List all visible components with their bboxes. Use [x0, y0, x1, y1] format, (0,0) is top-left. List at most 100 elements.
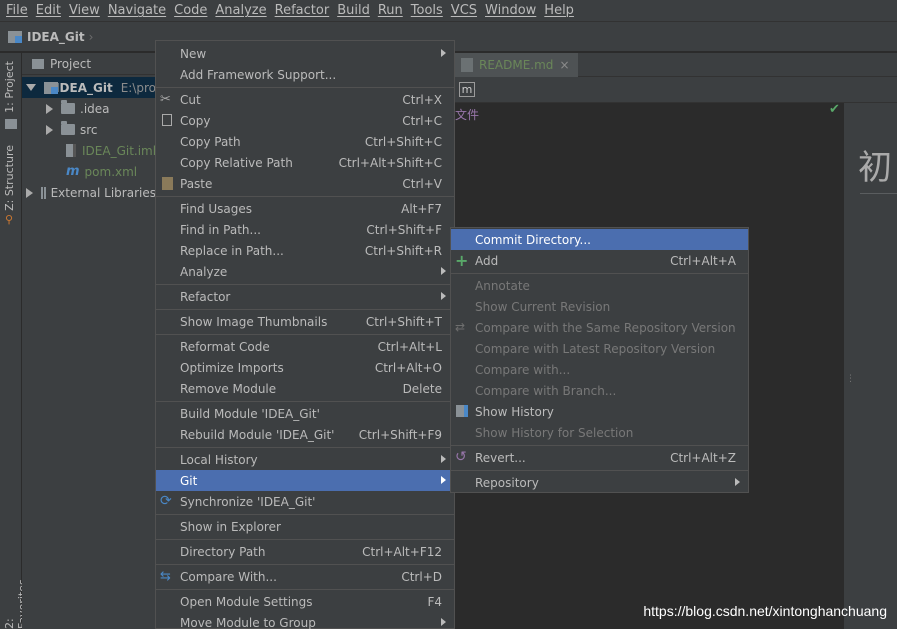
menu-item-synchronize[interactable]: ⟳ Synchronize 'IDEA_Git': [156, 491, 454, 512]
menu-item-show-image-thumbnails[interactable]: Show Image Thumbnails Ctrl+Shift+T: [156, 311, 454, 332]
tree-item-idea[interactable]: .idea: [46, 98, 110, 119]
menu-item-compare-latest-version[interactable]: Compare with Latest Repository Version: [451, 338, 748, 359]
menu-item-directory-path[interactable]: Directory Path Ctrl+Alt+F12: [156, 541, 454, 562]
menu-item-find-in-path[interactable]: Find in Path... Ctrl+Shift+F: [156, 219, 454, 240]
menu-separator: [451, 445, 748, 446]
sync-icon: ⟳: [160, 493, 172, 509]
menu-item-show-current-revision[interactable]: Show Current Revision: [451, 296, 748, 317]
menu-item-show-history-selection[interactable]: Show History for Selection: [451, 422, 748, 443]
menu-navigate[interactable]: Navigate: [106, 3, 172, 18]
expand-arrow-icon[interactable]: [46, 124, 53, 135]
menu-item-move-module-to-group[interactable]: Move Module to Group: [156, 612, 454, 629]
submenu-arrow-icon: [441, 455, 446, 463]
menu-window[interactable]: Window: [483, 3, 542, 18]
compare-disabled-icon: ⇄: [455, 320, 466, 334]
menu-item-show-in-explorer[interactable]: Show in Explorer: [156, 516, 454, 537]
menu-build[interactable]: Build: [335, 3, 376, 18]
menu-separator: [156, 401, 454, 402]
menu-item-refactor[interactable]: Refactor: [156, 286, 454, 307]
menu-item-replace-in-path[interactable]: Replace in Path... Ctrl+Shift+R: [156, 240, 454, 261]
menu-separator: [156, 87, 454, 88]
menu-item-analyze[interactable]: Analyze: [156, 261, 454, 282]
menu-item-optimize-imports[interactable]: Optimize Imports Ctrl+Alt+O: [156, 357, 454, 378]
tree-item-label: .idea: [80, 101, 110, 116]
menu-item-compare-with[interactable]: Compare with...: [451, 359, 748, 380]
tab-project-tool[interactable]: 1: Project: [3, 61, 16, 113]
menu-item-commit-directory[interactable]: Commit Directory...: [451, 229, 748, 250]
project-tool-icon: [5, 119, 17, 129]
menu-item-compare-with[interactable]: ⇆ Compare With... Ctrl+D: [156, 566, 454, 587]
menu-item-build-module[interactable]: Build Module 'IDEA_Git': [156, 403, 454, 424]
menu-item-open-module-settings[interactable]: Open Module Settings F4: [156, 591, 454, 612]
menu-item-add[interactable]: + Add Ctrl+Alt+A: [451, 250, 748, 271]
menu-separator: [156, 196, 454, 197]
library-icon: [41, 186, 46, 199]
menu-item-paste[interactable]: Paste Ctrl+V: [156, 173, 454, 194]
menu-separator: [156, 334, 454, 335]
copy-icon: [162, 114, 172, 126]
structure-tool-icon: ⚲: [5, 213, 14, 226]
expand-arrow-icon[interactable]: [46, 103, 53, 114]
scissors-icon: ✂: [160, 92, 171, 107]
menu-tools[interactable]: Tools: [409, 3, 449, 18]
menu-item-revert[interactable]: ↺ Revert... Ctrl+Alt+Z: [451, 447, 748, 468]
preview-heading: 初: [858, 148, 892, 188]
menu-separator: [156, 514, 454, 515]
tree-item-root[interactable]: IDEA_Git E:\pro: [22, 77, 156, 98]
git-submenu: Commit Directory... + Add Ctrl+Alt+A Anno…: [450, 227, 749, 493]
menu-item-annotate[interactable]: Annotate: [451, 275, 748, 296]
submenu-arrow-icon: [441, 618, 446, 626]
menu-item-copy-relative-path[interactable]: Copy Relative Path Ctrl+Alt+Shift+C: [156, 152, 454, 173]
menu-item-local-history[interactable]: Local History: [156, 449, 454, 470]
tree-item-pom[interactable]: m pom.xml: [66, 161, 137, 182]
menu-item-reformat-code[interactable]: Reformat Code Ctrl+Alt+L: [156, 336, 454, 357]
tree-item-src[interactable]: src: [46, 119, 98, 140]
revert-icon: ↺: [455, 449, 467, 465]
check-icon: ✔: [829, 102, 840, 117]
breadcrumb-project[interactable]: IDEA_Git: [27, 30, 85, 44]
menu-view[interactable]: View: [67, 3, 106, 18]
menu-item-copy-path[interactable]: Copy Path Ctrl+Shift+C: [156, 131, 454, 152]
menubar: File Edit View Navigate Code Analyze Ref…: [0, 0, 897, 22]
menu-item-find-usages[interactable]: Find Usages Alt+F7: [156, 198, 454, 219]
menu-refactor[interactable]: Refactor: [273, 3, 336, 18]
close-icon[interactable]: ×: [559, 58, 569, 72]
tree-item-label: IDEA_Git.iml: [82, 143, 157, 158]
menu-separator: [451, 470, 748, 471]
editor-toolbar: m: [455, 77, 897, 103]
editor-text: 文件: [455, 108, 480, 122]
expand-arrow-icon[interactable]: [26, 187, 33, 198]
menu-item-repository[interactable]: Repository: [451, 472, 748, 493]
menu-item-show-history[interactable]: Show History: [451, 401, 748, 422]
menu-separator: [156, 309, 454, 310]
menu-run[interactable]: Run: [376, 3, 409, 18]
expand-arrow-icon[interactable]: [26, 84, 36, 91]
menu-item-copy[interactable]: Copy Ctrl+C: [156, 110, 454, 131]
tree-item-external-libraries[interactable]: External Libraries: [26, 182, 156, 203]
tree-item-iml[interactable]: IDEA_Git.iml: [66, 140, 156, 161]
submenu-arrow-icon: [735, 478, 740, 486]
menu-item-add-framework[interactable]: Add Framework Support...: [156, 64, 454, 85]
menu-vcs[interactable]: VCS: [449, 3, 483, 18]
folder-icon: [61, 121, 75, 135]
menu-item-cut[interactable]: ✂ Cut Ctrl+X: [156, 89, 454, 110]
project-panel-title: Project: [50, 56, 92, 71]
menu-item-compare-same-version[interactable]: ⇄ Compare with the Same Repository Versi…: [451, 317, 748, 338]
menu-item-rebuild-module[interactable]: Rebuild Module 'IDEA_Git' Ctrl+Shift+F9: [156, 424, 454, 445]
splitter-handle-icon[interactable]: ⋮: [846, 374, 855, 384]
menu-item-remove-module[interactable]: Remove Module Delete: [156, 378, 454, 399]
folder-icon: [61, 100, 75, 114]
tab-label: README.md: [479, 58, 554, 72]
tab-readme[interactable]: README.md ×: [455, 53, 578, 77]
menu-analyze[interactable]: Analyze: [213, 3, 272, 18]
menu-item-git[interactable]: Git: [156, 470, 454, 491]
tab-structure-tool[interactable]: Z: Structure: [3, 145, 16, 211]
menu-edit[interactable]: Edit: [34, 3, 67, 18]
menu-item-compare-with-branch[interactable]: Compare with Branch...: [451, 380, 748, 401]
menu-help[interactable]: Help: [542, 3, 580, 18]
menu-item-new[interactable]: New: [156, 43, 454, 64]
menu-code[interactable]: Code: [172, 3, 213, 18]
menu-file[interactable]: File: [4, 3, 34, 18]
project-panel-header[interactable]: Project: [22, 53, 156, 75]
markdown-mode-icon[interactable]: m: [459, 82, 475, 97]
